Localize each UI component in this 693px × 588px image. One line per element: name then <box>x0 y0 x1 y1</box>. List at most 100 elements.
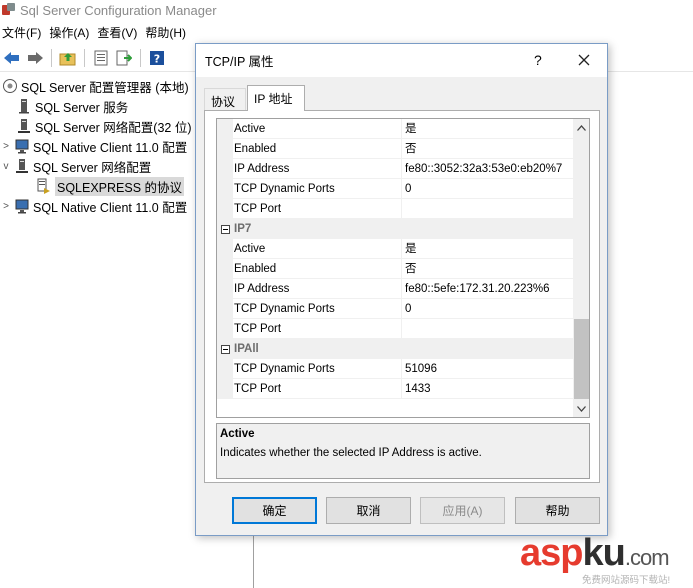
tree-item-native-client[interactable]: > SQL Native Client 11.0 配置 <box>0 196 187 216</box>
property-grid: Active 是 Enabled 否 IP Address fe80::3052:32a3… <box>216 118 590 418</box>
property-name: TCP Dynamic Ports <box>233 299 402 319</box>
forward-button[interactable] <box>25 48 45 68</box>
dialog-help-button[interactable]: ? <box>534 52 542 68</box>
tab-ip-addresses[interactable]: IP 地址 <box>247 85 305 111</box>
help-button[interactable]: ? <box>147 48 167 68</box>
grid-property-row[interactable]: TCP Port <box>217 199 573 219</box>
tree-item-label: SQL Server 网络配置 <box>33 160 152 175</box>
client-config-icon <box>14 198 30 214</box>
dialog-title: TCP/IP 属性 <box>205 55 274 69</box>
grid-category-row[interactable]: IP7 <box>217 219 573 239</box>
grid-property-row[interactable]: Enabled 否 <box>217 139 573 159</box>
collapse-toggle[interactable] <box>217 339 233 359</box>
tab-protocol[interactable]: 协议 <box>204 88 246 110</box>
window-titlebar: Sql Server Configuration Manager <box>0 0 693 20</box>
services-icon <box>16 98 32 114</box>
property-value[interactable]: 是 <box>402 239 573 259</box>
protocols-icon <box>36 178 52 194</box>
up-folder-button[interactable] <box>58 48 78 68</box>
menu-help[interactable]: 帮助(H) <box>145 22 194 43</box>
tree-item-services[interactable]: SQL Server 服务 <box>14 96 128 116</box>
grid-property-row[interactable]: Enabled 否 <box>217 259 573 279</box>
network-config-icon <box>14 158 30 174</box>
watermark-logo: aspku.com <box>520 532 670 574</box>
property-description: Active Indicates whether the selected IP… <box>216 423 590 479</box>
property-name: TCP Port <box>233 379 402 399</box>
properties-button[interactable] <box>91 48 111 68</box>
svg-text:?: ? <box>154 52 160 65</box>
client-config-icon <box>14 138 30 154</box>
tree-item-label: SQL Server 服务 <box>35 100 129 115</box>
property-value[interactable]: 51096 <box>402 359 573 379</box>
property-name: TCP Dynamic Ports <box>233 359 402 379</box>
site-watermark: aspku.com 免费网站源码下载站! <box>520 532 690 586</box>
dialog-buttons: 确定 取消 应用(A) 帮助 <box>196 497 607 524</box>
help-dialog-button[interactable]: 帮助 <box>515 497 600 524</box>
property-value[interactable]: fe80::5efe:172.31.20.223%6 <box>402 279 573 299</box>
arrow-right-icon <box>28 51 43 64</box>
property-name: IP Address <box>233 279 402 299</box>
menu-bar: 文件(F) 操作(A) 查看(V) 帮助(H) <box>0 21 693 43</box>
properties-sheet-icon <box>94 50 108 65</box>
grid-property-row[interactable]: IP Address fe80::5efe:172.31.20.223%6 <box>217 279 573 299</box>
grid-property-row[interactable]: Active 是 <box>217 119 573 139</box>
property-value[interactable] <box>402 319 573 339</box>
menu-action[interactable]: 操作(A) <box>49 22 97 43</box>
back-button[interactable] <box>2 48 22 68</box>
description-text: Indicates whether the selected IP Addres… <box>220 447 482 459</box>
scroll-up-arrow-icon[interactable] <box>573 119 589 136</box>
property-value[interactable]: 否 <box>402 139 573 159</box>
ok-button[interactable]: 确定 <box>232 497 317 524</box>
tree-item-native-client-32[interactable]: > SQL Native Client 11.0 配置 <box>0 136 187 156</box>
grid-vertical-scrollbar[interactable] <box>573 119 589 417</box>
export-list-button[interactable] <box>114 48 134 68</box>
grid-property-row[interactable]: Active 是 <box>217 239 573 259</box>
server-manager-icon <box>2 78 18 94</box>
property-value[interactable]: 1433 <box>402 379 573 399</box>
grid-property-row[interactable]: TCP Port 1433 <box>217 379 573 399</box>
dialog-close-button[interactable] <box>574 50 594 70</box>
description-title: Active <box>220 428 255 440</box>
grid-property-row[interactable]: IP Address fe80::3052:32a3:53e0:eb20%7 <box>217 159 573 179</box>
close-icon <box>578 54 590 66</box>
property-value[interactable]: 0 <box>402 179 573 199</box>
property-name: Active <box>233 239 402 259</box>
arrow-left-icon <box>4 51 19 64</box>
sql-config-app-icon <box>2 3 16 17</box>
scroll-down-arrow-icon[interactable] <box>573 400 589 417</box>
export-icon <box>116 50 132 65</box>
tree-item-root[interactable]: SQL Server 配置管理器 (本地) <box>0 76 189 96</box>
chevron-right-icon[interactable]: > <box>0 201 12 212</box>
pane-divider[interactable] <box>253 530 254 588</box>
property-value[interactable] <box>402 199 573 219</box>
property-value[interactable]: fe80::3052:32a3:53e0:eb20%7 <box>402 159 573 179</box>
menu-file[interactable]: 文件(F) <box>2 22 49 43</box>
chevron-down-icon[interactable]: v <box>0 161 12 172</box>
menu-view[interactable]: 查看(V) <box>97 22 145 43</box>
grid-property-row[interactable]: TCP Dynamic Ports 51096 <box>217 359 573 379</box>
tree-item-label: SQL Native Client 11.0 配置 <box>33 200 188 215</box>
collapse-toggle[interactable] <box>217 219 233 239</box>
property-name: Enabled <box>233 259 402 279</box>
apply-button[interactable]: 应用(A) <box>420 497 505 524</box>
scroll-thumb[interactable] <box>574 319 589 399</box>
grid-property-row[interactable]: TCP Dynamic Ports 0 <box>217 179 573 199</box>
grid-property-row[interactable]: TCP Dynamic Ports 0 <box>217 299 573 319</box>
property-value[interactable]: 0 <box>402 299 573 319</box>
property-name: Enabled <box>233 139 402 159</box>
property-name: Active <box>233 119 402 139</box>
tree-item-network[interactable]: v SQL Server 网络配置 <box>0 156 151 176</box>
collapse-minus-icon <box>220 224 230 234</box>
cancel-button[interactable]: 取消 <box>326 497 411 524</box>
property-name: TCP Port <box>233 319 402 339</box>
tree-item-label: SQL Server 配置管理器 (本地) <box>21 80 189 95</box>
chevron-right-icon[interactable]: > <box>0 141 12 152</box>
property-value[interactable]: 否 <box>402 259 573 279</box>
tree-item-sqlexpress-protocols[interactable]: SQLEXPRESS 的协议 <box>34 176 185 196</box>
tree-item-network-32[interactable]: SQL Server 网络配置(32 位) <box>14 116 192 136</box>
grid-category-label: IP7 <box>234 223 252 235</box>
grid-property-row[interactable]: TCP Port <box>217 319 573 339</box>
network-config-icon <box>16 118 32 134</box>
property-value[interactable]: 是 <box>402 119 573 139</box>
grid-category-row[interactable]: IPAll <box>217 339 573 359</box>
